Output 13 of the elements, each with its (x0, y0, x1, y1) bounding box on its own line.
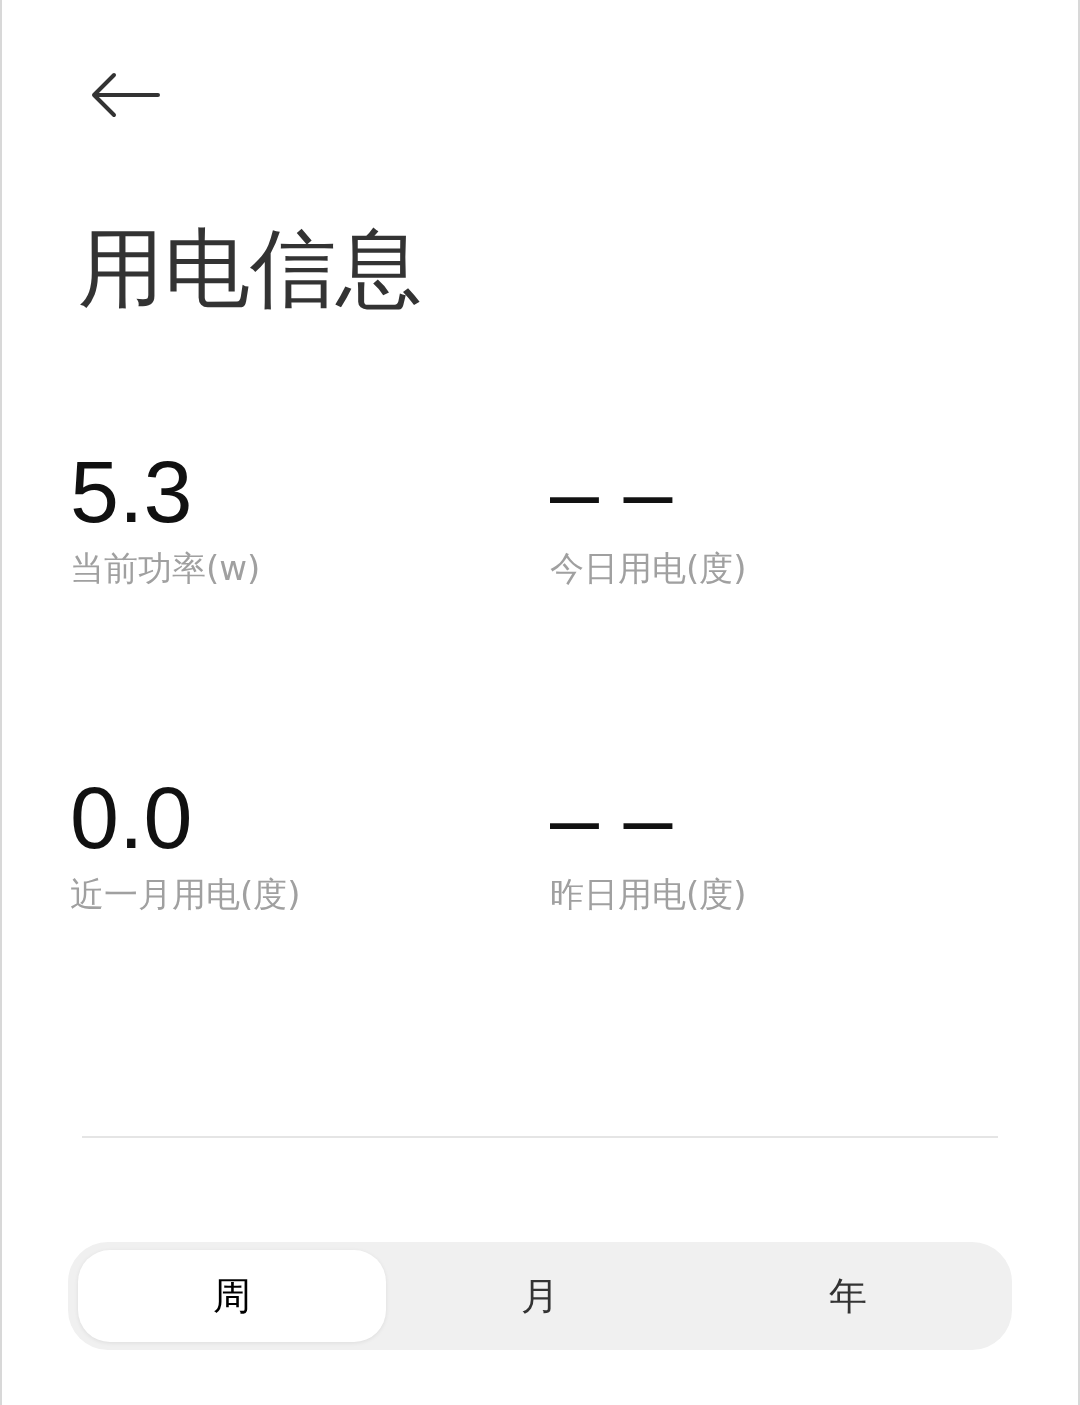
stat-label: 今日用电(度) (550, 547, 747, 590)
page-title: 用电信息 (78, 218, 423, 318)
period-tab[interactable]: 年 (694, 1250, 1002, 1342)
period-tab[interactable]: 月 (386, 1250, 694, 1342)
stat-value: 5.3 (70, 446, 193, 538)
stat-label: 昨日用电(度) (550, 873, 747, 916)
stat-value: – – (550, 446, 673, 538)
stat-label: 近一月用电(度) (70, 873, 301, 916)
stat-label: 当前功率(w) (70, 547, 261, 590)
back-arrow-icon[interactable] (90, 72, 160, 118)
stat-value: – – (550, 772, 673, 864)
period-tab[interactable]: 周 (78, 1250, 386, 1342)
stat-value: 0.0 (70, 772, 193, 864)
